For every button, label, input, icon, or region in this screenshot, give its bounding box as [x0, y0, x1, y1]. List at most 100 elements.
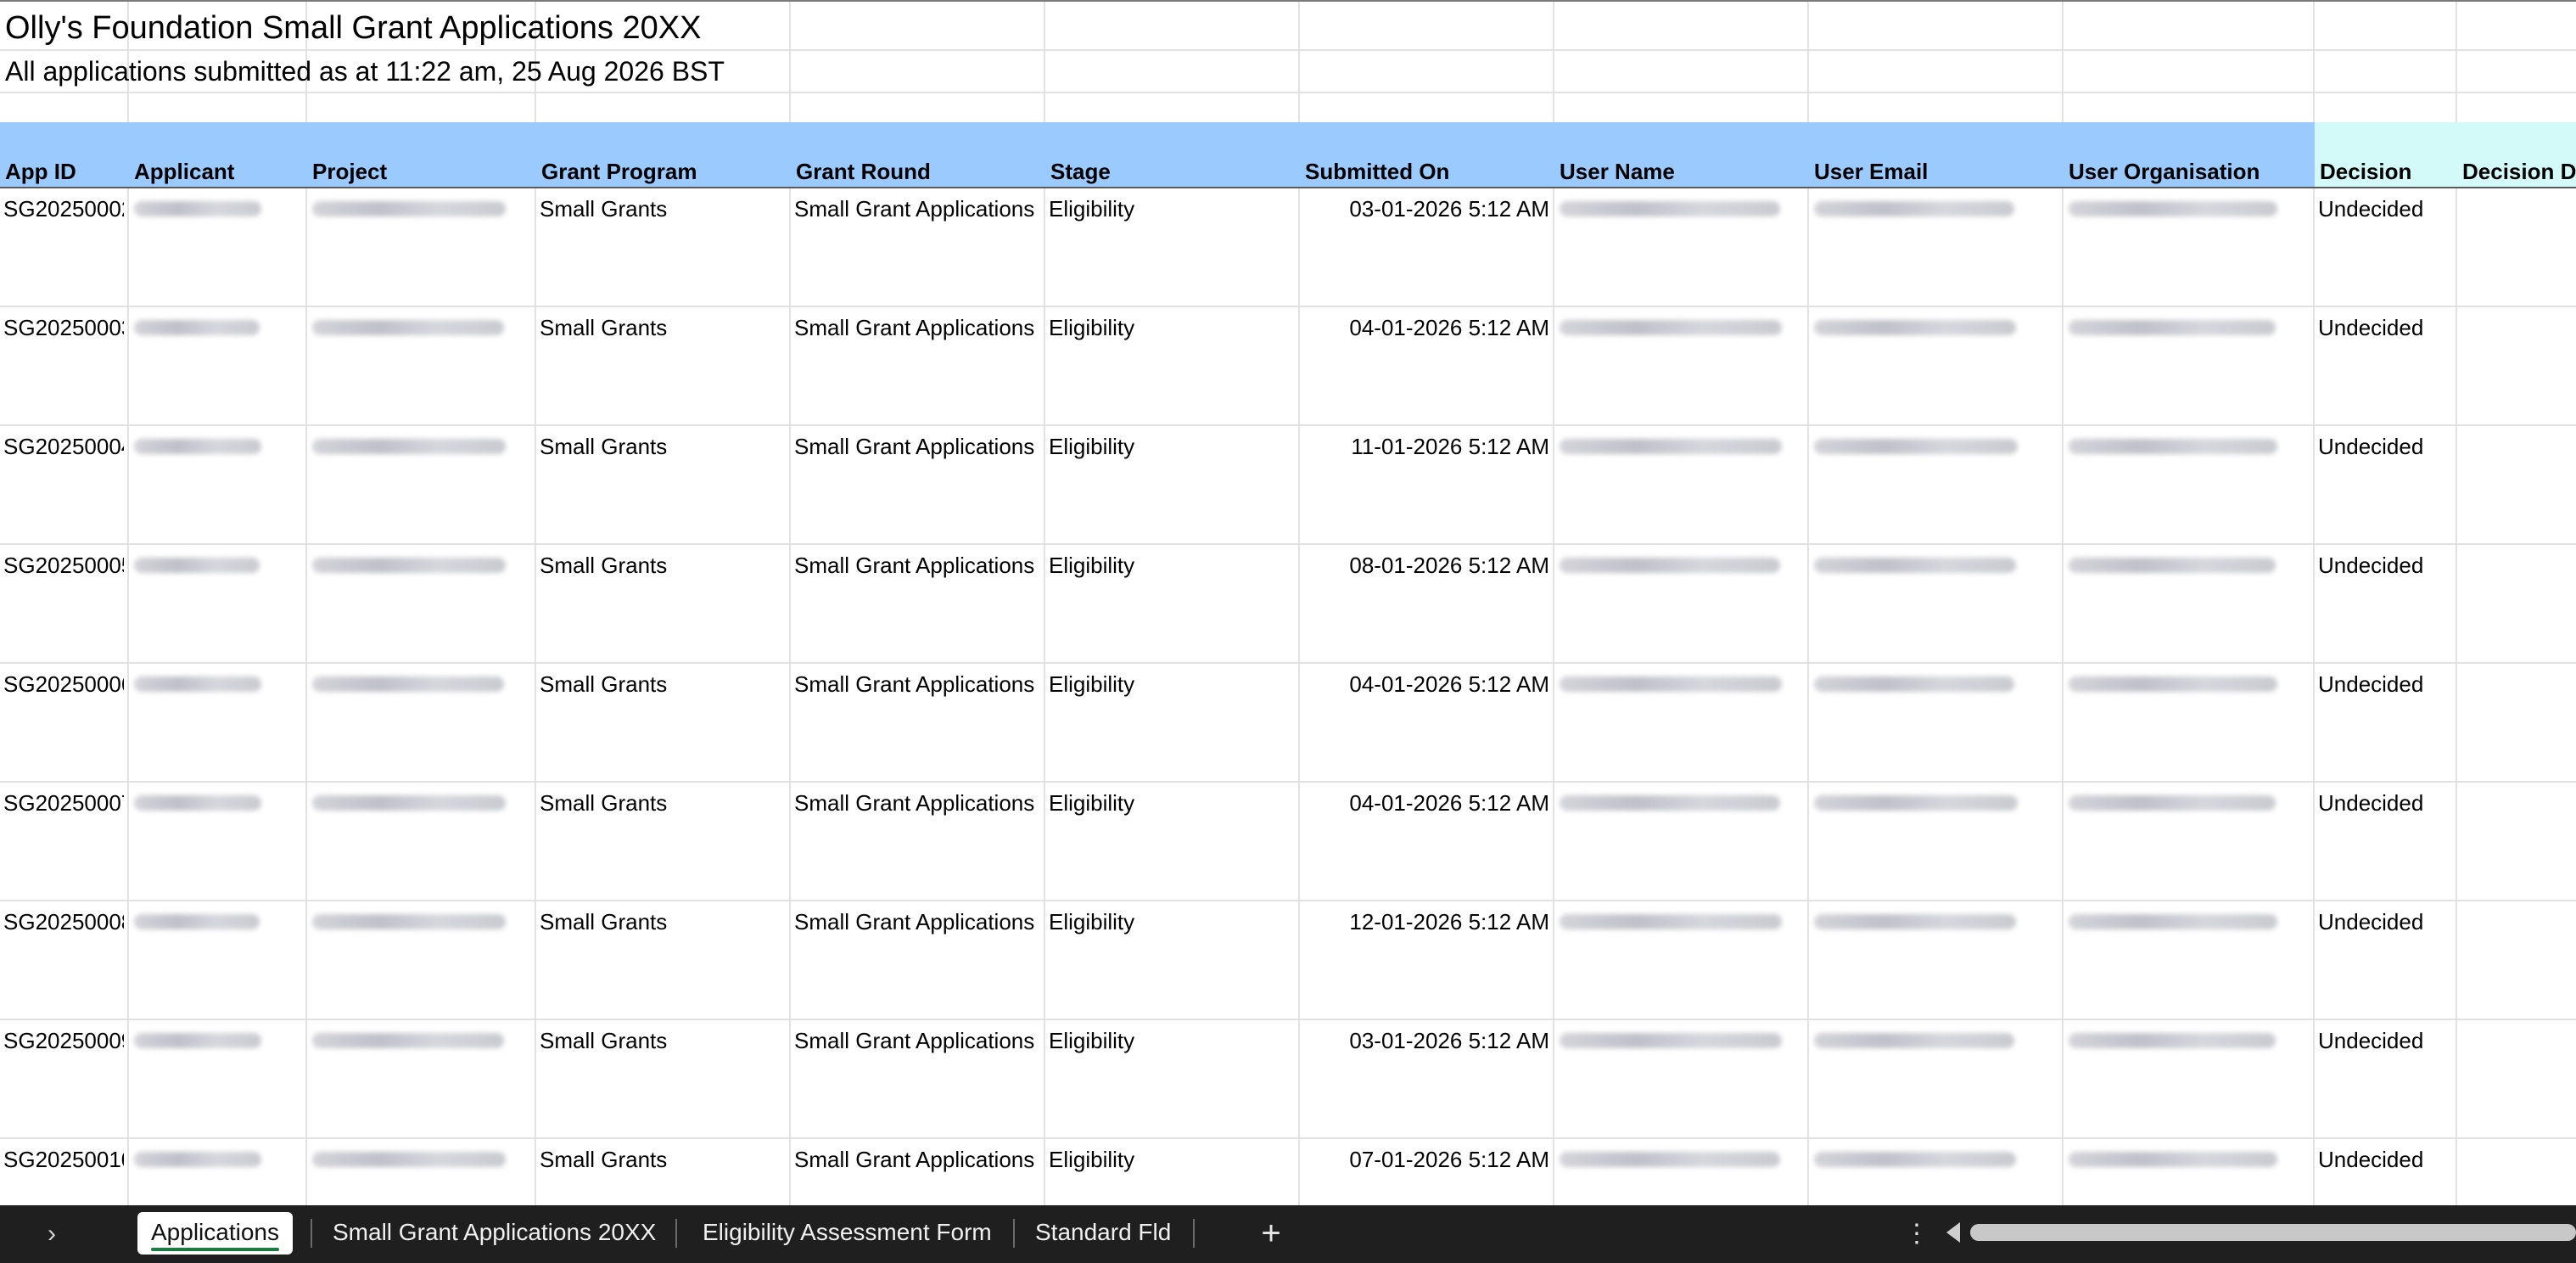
redacted-cell[interactable] — [312, 320, 504, 335]
redacted-cell[interactable] — [2069, 795, 2276, 811]
grant-round-cell[interactable]: Small Grant Applications — [794, 667, 1040, 701]
redacted-cell[interactable] — [134, 558, 260, 573]
column-header[interactable]: User Organisation — [2069, 154, 2311, 188]
decision-cell[interactable]: Undecided — [2318, 429, 2452, 463]
submitted-on-cell[interactable]: 04-01-2026 5:12 AM — [1303, 667, 1549, 701]
grant-round-cell[interactable]: Small Grant Applications — [794, 192, 1040, 226]
redacted-cell[interactable] — [1560, 914, 1782, 929]
decision-cell[interactable]: Undecided — [2318, 1142, 2452, 1176]
grant-program-cell[interactable]: Small Grants — [540, 1142, 786, 1176]
column-header[interactable]: User Name — [1560, 154, 1806, 188]
sheet-tab[interactable]: Eligibility Assessment Form — [689, 1212, 992, 1255]
stage-cell[interactable]: Eligibility — [1049, 429, 1295, 463]
decision-cell[interactable]: Undecided — [2318, 1024, 2452, 1058]
sheet-tab[interactable]: Applications — [137, 1212, 293, 1255]
redacted-cell[interactable] — [134, 439, 261, 454]
column-header[interactable]: Stage — [1050, 154, 1296, 188]
redacted-cell[interactable] — [1814, 676, 2014, 692]
sheet-title[interactable]: Olly's Foundation Small Grant Applicatio… — [5, 7, 701, 49]
grant-program-cell[interactable]: Small Grants — [540, 429, 786, 463]
redacted-cell[interactable] — [1560, 201, 1780, 216]
table-row[interactable]: SG20250008 Small Grants Small Grant Applic… — [0, 901, 2576, 1020]
grant-round-cell[interactable]: Small Grant Applications — [794, 548, 1040, 582]
app-id-cell[interactable]: SG20250010 — [3, 1142, 124, 1176]
scroll-left-icon[interactable] — [1946, 1222, 1960, 1243]
table-row[interactable]: SG20250002 Small Grants Small Grant Applic… — [0, 188, 2576, 307]
redacted-cell[interactable] — [134, 1033, 261, 1048]
decision-cell[interactable]: Undecided — [2318, 311, 2452, 345]
column-header[interactable]: Grant Round — [796, 154, 1042, 188]
sheet-subtitle[interactable]: All applications submitted as at 11:22 a… — [5, 53, 725, 90]
decision-cell[interactable]: Undecided — [2318, 548, 2452, 582]
redacted-cell[interactable] — [312, 914, 506, 929]
stage-cell[interactable]: Eligibility — [1049, 905, 1295, 939]
redacted-cell[interactable] — [134, 676, 261, 692]
redacted-cell[interactable] — [2069, 914, 2277, 929]
stage-cell[interactable]: Eligibility — [1049, 786, 1295, 820]
plus-icon[interactable]: + — [1251, 1214, 1291, 1255]
redacted-cell[interactable] — [1560, 676, 1782, 692]
submitted-on-cell[interactable]: 04-01-2026 5:12 AM — [1303, 786, 1549, 820]
column-header[interactable]: Project — [312, 154, 533, 188]
decision-cell[interactable]: Undecided — [2318, 905, 2452, 939]
grant-round-cell[interactable]: Small Grant Applications — [794, 1142, 1040, 1176]
redacted-cell[interactable] — [1560, 439, 1782, 454]
sheet-tab[interactable]: Standard Fld — [1022, 1212, 1171, 1255]
grant-round-cell[interactable]: Small Grant Applications — [794, 311, 1040, 345]
app-id-cell[interactable]: SG20250005 — [3, 548, 124, 582]
redacted-cell[interactable] — [312, 1033, 504, 1048]
column-header[interactable]: Decision Da — [2462, 154, 2576, 188]
submitted-on-cell[interactable]: 12-01-2026 5:12 AM — [1303, 905, 1549, 939]
more-vertical-icon[interactable]: ⋮ — [1904, 1215, 1929, 1253]
redacted-cell[interactable] — [1560, 558, 1780, 573]
redacted-cell[interactable] — [2069, 1033, 2276, 1048]
grant-round-cell[interactable]: Small Grant Applications — [794, 786, 1040, 820]
redacted-cell[interactable] — [2069, 201, 2277, 216]
grant-program-cell[interactable]: Small Grants — [540, 786, 786, 820]
app-id-cell[interactable]: SG20250003 — [3, 311, 124, 345]
grant-round-cell[interactable]: Small Grant Applications — [794, 429, 1040, 463]
redacted-cell[interactable] — [2069, 439, 2277, 454]
grant-program-cell[interactable]: Small Grants — [540, 311, 786, 345]
table-row[interactable]: SG20250009 Small Grants Small Grant Applic… — [0, 1020, 2576, 1139]
stage-cell[interactable]: Eligibility — [1049, 311, 1295, 345]
redacted-cell[interactable] — [312, 558, 506, 573]
redacted-cell[interactable] — [134, 1152, 261, 1167]
redacted-cell[interactable] — [1814, 558, 2016, 573]
submitted-on-cell[interactable]: 08-01-2026 5:12 AM — [1303, 548, 1549, 582]
table-row[interactable]: SG20250004 Small Grants Small Grant Applic… — [0, 426, 2576, 545]
grant-round-cell[interactable]: Small Grant Applications — [794, 905, 1040, 939]
app-id-cell[interactable]: SG20250007 — [3, 786, 124, 820]
decision-cell[interactable]: Undecided — [2318, 667, 2452, 701]
redacted-cell[interactable] — [312, 201, 506, 216]
grant-program-cell[interactable]: Small Grants — [540, 192, 786, 226]
column-header[interactable]: Decision — [2320, 154, 2454, 188]
redacted-cell[interactable] — [1814, 320, 2016, 335]
redacted-cell[interactable] — [134, 201, 261, 216]
table-row[interactable]: SG20250007 Small Grants Small Grant Applic… — [0, 783, 2576, 901]
submitted-on-cell[interactable]: 03-01-2026 5:12 AM — [1303, 1024, 1549, 1058]
submitted-on-cell[interactable]: 11-01-2026 5:12 AM — [1303, 429, 1549, 463]
redacted-cell[interactable] — [2069, 320, 2276, 335]
table-row[interactable]: SG20250005 Small Grants Small Grant Applic… — [0, 545, 2576, 664]
submitted-on-cell[interactable]: 03-01-2026 5:12 AM — [1303, 192, 1549, 226]
stage-cell[interactable]: Eligibility — [1049, 548, 1295, 582]
app-id-cell[interactable]: SG20250004 — [3, 429, 124, 463]
table-row[interactable]: SG20250006 Small Grants Small Grant Applic… — [0, 664, 2576, 783]
submitted-on-cell[interactable]: 07-01-2026 5:12 AM — [1303, 1142, 1549, 1176]
stage-cell[interactable]: Eligibility — [1049, 1142, 1295, 1176]
grant-program-cell[interactable]: Small Grants — [540, 905, 786, 939]
redacted-cell[interactable] — [2069, 676, 2277, 692]
redacted-cell[interactable] — [1814, 795, 2018, 811]
stage-cell[interactable]: Eligibility — [1049, 1024, 1295, 1058]
column-header[interactable]: App ID — [5, 154, 126, 188]
column-header[interactable]: User Email — [1814, 154, 2060, 188]
redacted-cell[interactable] — [2069, 558, 2276, 573]
redacted-cell[interactable] — [134, 914, 260, 929]
grant-round-cell[interactable]: Small Grant Applications — [794, 1024, 1040, 1058]
decision-cell[interactable]: Undecided — [2318, 192, 2452, 226]
sheet-tab[interactable]: Small Grant Applications 20XX — [319, 1212, 656, 1255]
chevron-right-icon[interactable]: › — [31, 1215, 73, 1253]
column-header[interactable]: Applicant — [134, 154, 304, 188]
horizontal-scrollbar[interactable] — [1970, 1224, 2576, 1241]
